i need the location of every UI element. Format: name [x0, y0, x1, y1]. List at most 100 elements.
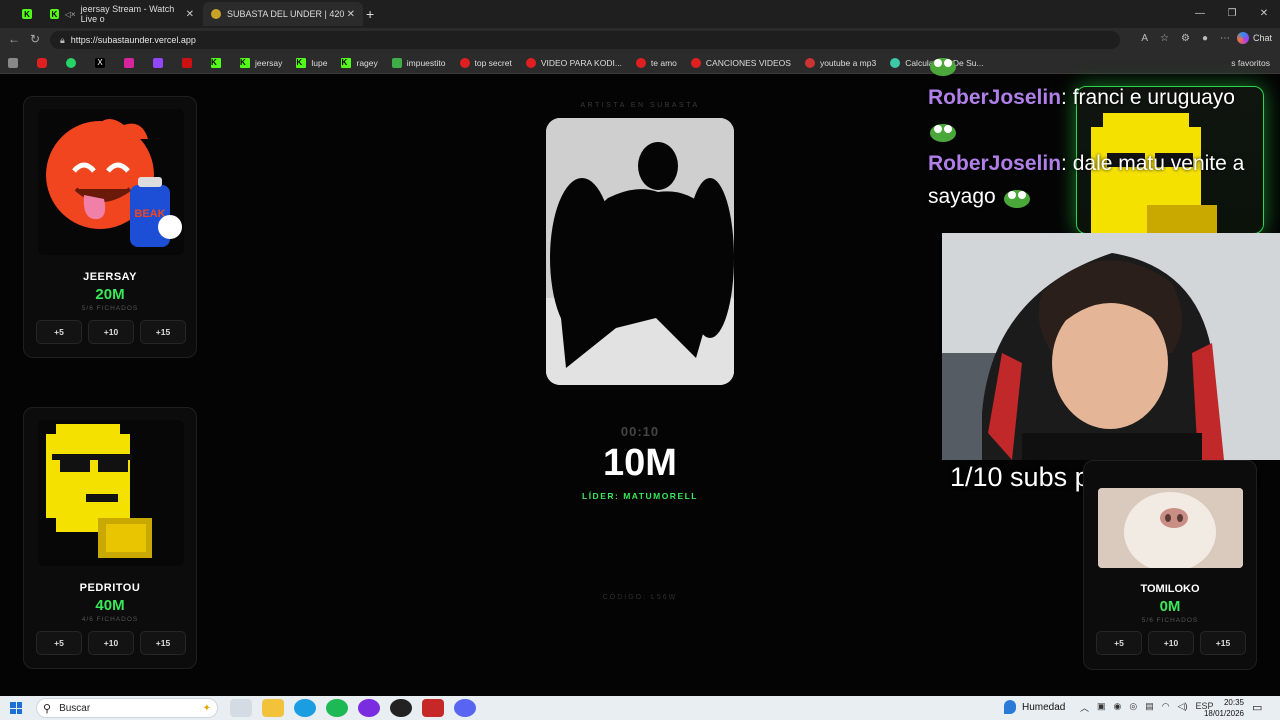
copilot-icon: [1236, 32, 1249, 44]
voicemeeter-icon[interactable]: [422, 699, 444, 717]
bookmark-twitch-icon[interactable]: [153, 57, 168, 68]
browser-tools: A ☆ ⚙ ● ⋯: [1141, 33, 1230, 44]
edge-icon[interactable]: [294, 699, 316, 717]
close-tab-icon[interactable]: ✕: [186, 9, 194, 20]
bid-plus-10-button[interactable]: +10: [88, 320, 134, 344]
tab-jeersay-stream[interactable]: K ◁× jeersay Stream - Watch Live o ✕: [42, 2, 202, 26]
tomiloko-avatar: [1098, 488, 1243, 568]
site-favicon-icon: [211, 9, 221, 19]
bookmark-top-secret[interactable]: top secret: [459, 57, 512, 68]
task-view-icon[interactable]: [230, 699, 252, 717]
tab-subasta[interactable]: SUBASTA DEL UNDER | 420 ✕: [203, 2, 363, 26]
search-highlight-icon: ✦: [202, 702, 211, 714]
bookmark-te-amo[interactable]: te amo: [635, 57, 677, 68]
chat-message: [928, 48, 1280, 81]
kick-icon: K: [22, 9, 32, 19]
bookmark-jeersay[interactable]: Kjeersay: [240, 57, 282, 68]
close-tab-icon[interactable]: ✕: [347, 9, 355, 20]
tab-bar: K K ◁× jeersay Stream - Watch Live o ✕ S…: [0, 0, 1280, 28]
spotify-icon[interactable]: [326, 699, 348, 717]
tray-app-icon[interactable]: ▣: [1097, 701, 1106, 714]
windows-start-icon[interactable]: [10, 702, 22, 714]
tray-chevron-icon[interactable]: ︿: [1080, 701, 1089, 714]
bid-plus-5-button[interactable]: +5: [36, 631, 82, 655]
pedritou-avatar: [38, 420, 184, 566]
favorite-star-icon[interactable]: ☆: [1160, 33, 1169, 44]
new-tab-button[interactable]: +: [366, 2, 386, 26]
taskbar-apps: [230, 699, 476, 717]
bid-plus-15-button[interactable]: +15: [1200, 631, 1246, 655]
pepe-emote-icon: [1003, 190, 1030, 209]
notifications-icon[interactable]: ▭: [1252, 701, 1262, 714]
tab-kick-pinned[interactable]: K: [14, 2, 42, 26]
maximize-icon[interactable]: ❐: [1216, 0, 1248, 28]
bid-plus-10-button[interactable]: +10: [88, 631, 134, 655]
weather-widget[interactable]: Humedad: [1004, 700, 1065, 714]
windows-taskbar: ⚲ Buscar ✦ Humedad ︿ ▣ ◉ ◎ ▤ ◠ ◁) ESP 20…: [0, 696, 1280, 720]
bookmark-youtube-mp3[interactable]: youtube a mp3: [804, 57, 876, 68]
profile-icon[interactable]: ●: [1202, 33, 1208, 44]
stream-chat-overlay: RoberJoselin: franci e uruguayo RoberJos…: [928, 48, 1280, 213]
minimize-icon[interactable]: —: [1184, 0, 1216, 28]
copilot-chat-button[interactable]: Chat: [1236, 32, 1272, 44]
system-clock[interactable]: 20:35 18/01/2026: [1200, 697, 1244, 719]
countdown-timer: 00:10: [620, 424, 660, 439]
chat-message: RoberJoselin: dale matu venite a sayago: [928, 152, 1245, 209]
bookmark-youtube-icon[interactable]: [37, 57, 52, 68]
kick-icon: K: [296, 57, 307, 68]
bookmark-x-icon[interactable]: X: [95, 57, 110, 68]
chat-username: RoberJoselin: [928, 86, 1062, 109]
artist-silhouette-icon: [546, 118, 734, 385]
team-signed-count: 5/6 FICHADOS: [81, 305, 139, 312]
bookmark-red-icon[interactable]: [182, 57, 197, 68]
back-icon[interactable]: ←: [8, 32, 20, 46]
team-card-pedritou: PEDRITOU 40M 4/6 FICHADOS +5 +10 +15: [23, 407, 197, 669]
bookmark-whatsapp-icon[interactable]: [66, 57, 81, 68]
bid-plus-15-button[interactable]: +15: [140, 320, 186, 344]
bookmark-canciones[interactable]: CANCIONES VIDEOS: [690, 57, 791, 68]
bid-plus-15-button[interactable]: +15: [140, 631, 186, 655]
read-aloud-icon[interactable]: A: [1141, 33, 1148, 44]
bookmark-video-kodi[interactable]: VIDEO PARA KODI...: [525, 57, 622, 68]
tab-label: jeersay Stream - Watch Live o: [80, 4, 175, 24]
team-card-jeersay: BEAK JEERSAY 20M 5/6 FICHADOS +5 +10 +15: [23, 96, 197, 358]
file-explorer-icon[interactable]: [262, 699, 284, 717]
tray-app-icon[interactable]: ◎: [1129, 701, 1137, 714]
search-placeholder: Buscar: [59, 702, 91, 714]
bookmark-lupe[interactable]: Klupe: [296, 57, 327, 68]
bid-plus-10-button[interactable]: +10: [1148, 631, 1194, 655]
obs-icon[interactable]: [390, 699, 412, 717]
clock-time: 20:35: [1223, 698, 1244, 707]
canva-icon[interactable]: [358, 699, 380, 717]
bookmark-apps-icon[interactable]: [8, 57, 23, 68]
screen: K K ◁× jeersay Stream - Watch Live o ✕ S…: [0, 0, 1280, 720]
team-name: JEERSAY: [83, 271, 137, 283]
bookmark-kick-icon[interactable]: K: [211, 57, 226, 68]
team-signed-count: 5/6 FICHADOS: [1141, 617, 1199, 624]
more-menu-icon[interactable]: ⋯: [1220, 33, 1230, 44]
bookmark-instagram-icon[interactable]: [124, 57, 139, 68]
team-signed-count: 4/6 FICHADOS: [81, 616, 139, 623]
refresh-icon[interactable]: ↻: [30, 32, 40, 46]
bid-plus-5-button[interactable]: +5: [36, 320, 82, 344]
extensions-icon[interactable]: ⚙: [1181, 33, 1190, 44]
wifi-icon[interactable]: ◠: [1162, 701, 1170, 714]
bookmark-ragey[interactable]: Kragey: [341, 57, 378, 68]
chat-message: [928, 114, 1280, 147]
bid-plus-5-button[interactable]: +5: [1096, 631, 1142, 655]
volume-icon[interactable]: ◁): [1178, 701, 1188, 714]
speaker-muted-icon[interactable]: ◁×: [65, 10, 76, 19]
taskbar-search[interactable]: ⚲ Buscar ✦: [36, 698, 218, 718]
current-bid: 10M: [603, 442, 677, 484]
close-window-icon[interactable]: ✕: [1248, 0, 1280, 28]
chat-text: franci e uruguayo: [1072, 86, 1235, 109]
url-field[interactable]: 🔒︎ https://subastaunder.vercel.app: [50, 31, 1120, 49]
discord-icon[interactable]: [454, 699, 476, 717]
team-name: PEDRITOU: [79, 582, 141, 594]
chat-username: RoberJoselin: [928, 152, 1062, 175]
team-budget: 40M: [95, 597, 125, 614]
bookmark-impuestito[interactable]: impuestito: [391, 57, 446, 68]
bid-buttons: +5 +10 +15: [1096, 631, 1246, 655]
tray-app-icon[interactable]: ◉: [1114, 701, 1122, 714]
tray-app-icon[interactable]: ▤: [1145, 701, 1154, 714]
